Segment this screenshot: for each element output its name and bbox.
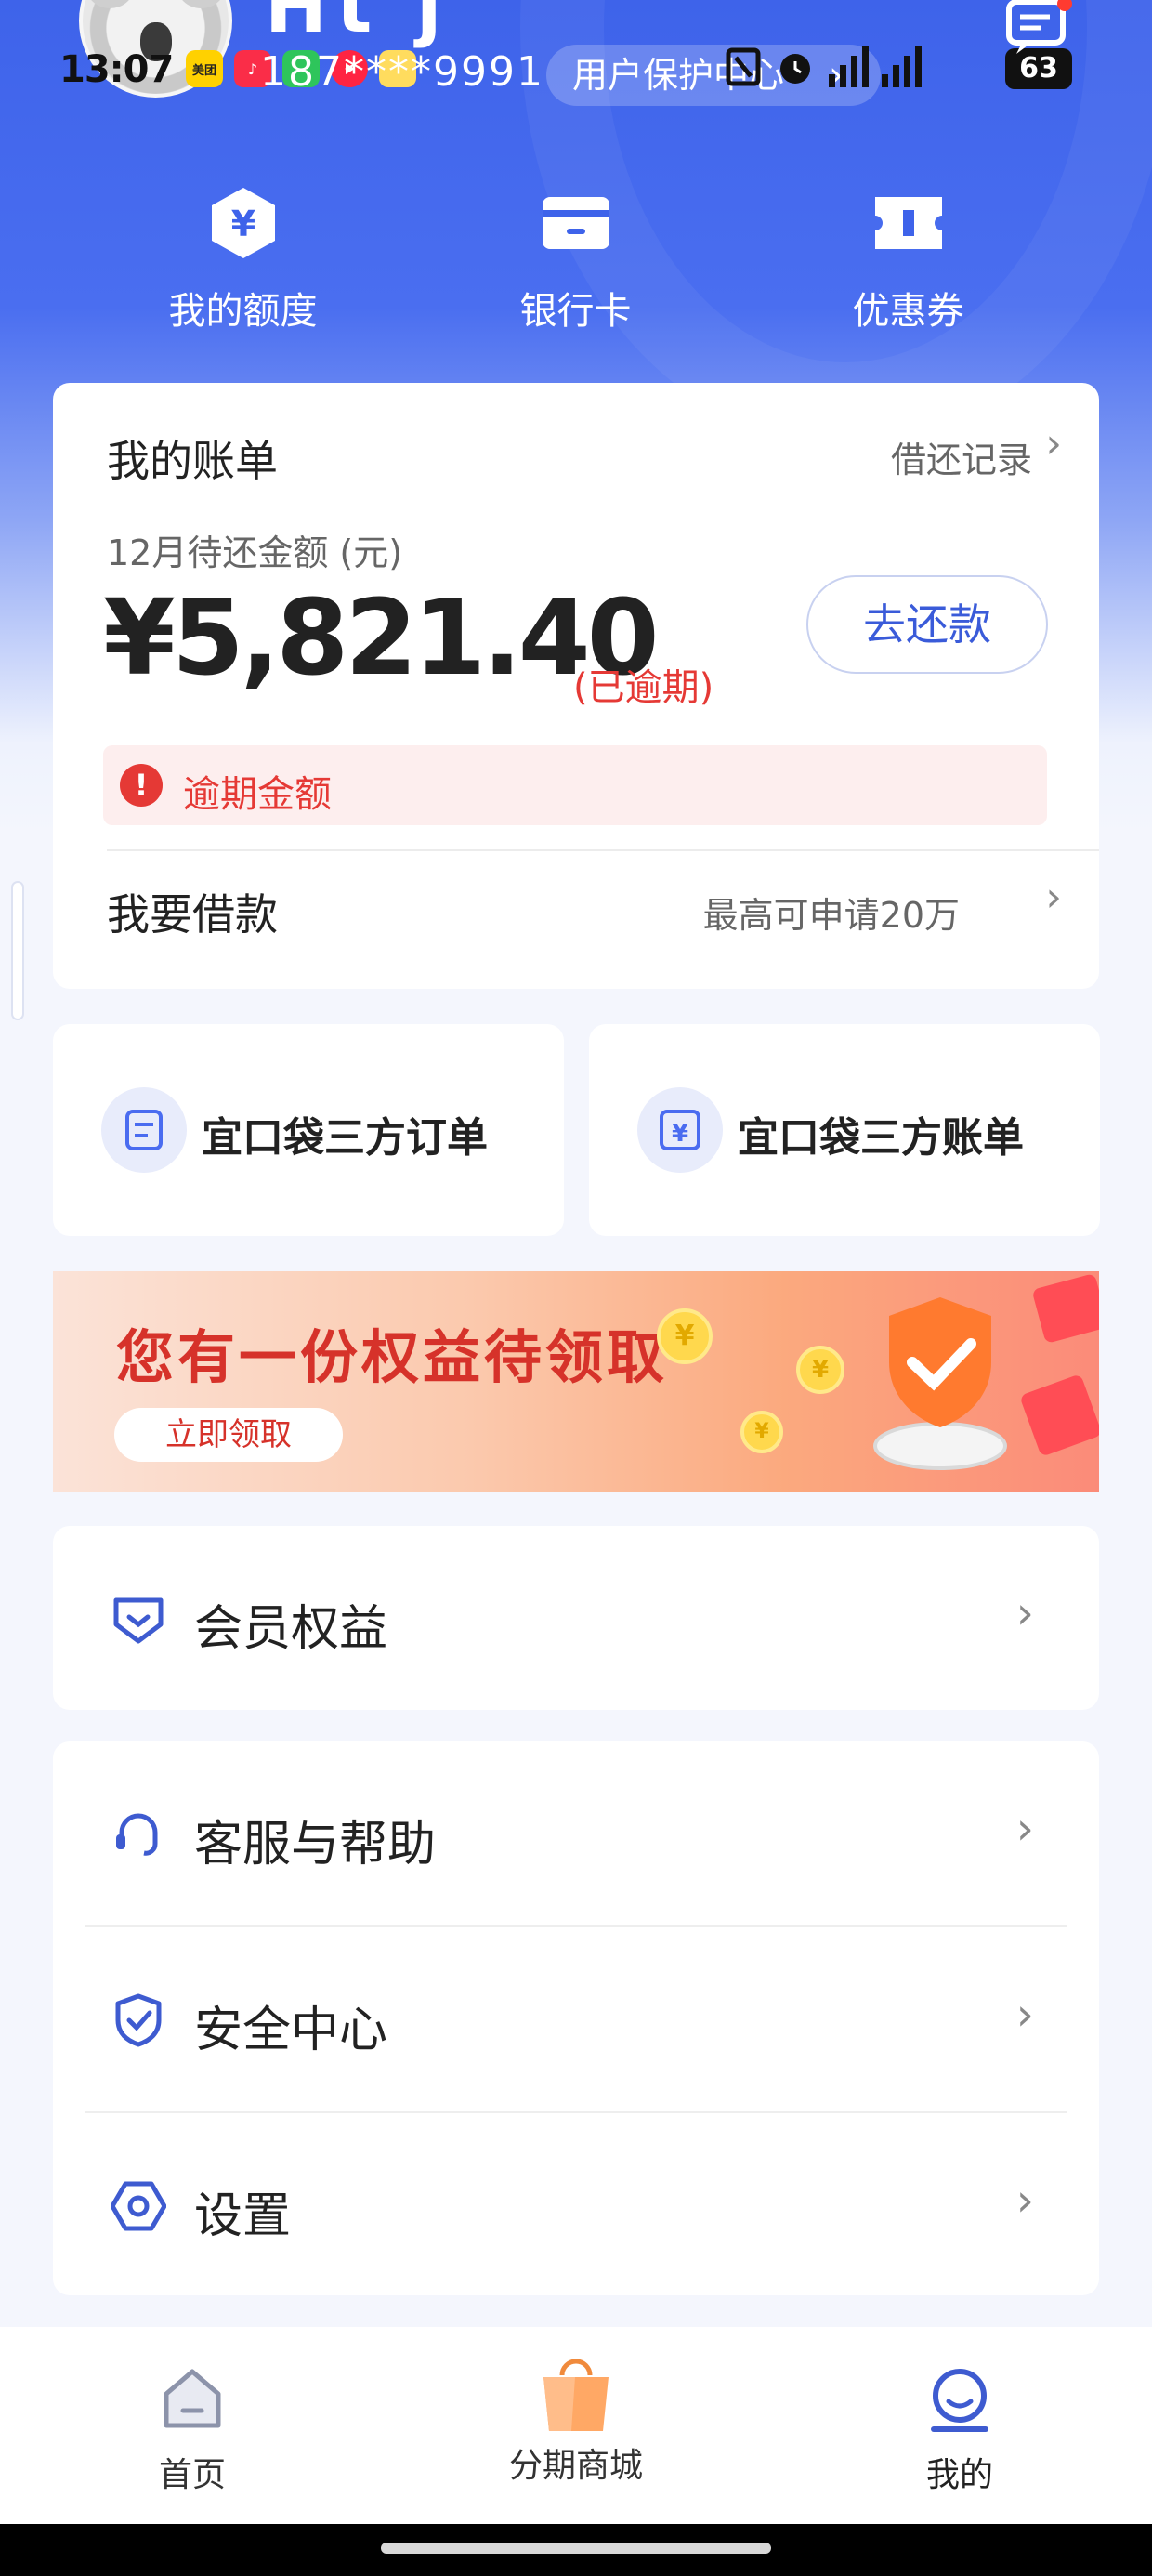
tab-label: 我的 <box>925 2456 993 2494</box>
chevron-right-icon: › <box>1015 1803 1034 1855</box>
chevron-right-icon: › <box>1045 420 1062 467</box>
third-party-bills-card[interactable]: ¥ 宜口袋三方账单 <box>589 1024 1100 1236</box>
member-badge-icon <box>113 1597 164 1644</box>
profile-icon <box>931 2369 988 2432</box>
quick-nav-label: 我的额度 <box>168 290 318 333</box>
home-indicator[interactable] <box>381 2543 771 2554</box>
quick-nav-label: 优惠券 <box>852 290 964 333</box>
nfc-icon <box>726 47 761 86</box>
status-bar: 13:07 美团 ♪ 187****9991 用户保护中心 › 63 <box>0 0 1152 139</box>
menu-item-label: 安全中心 <box>194 2003 388 2058</box>
tab-label: 分期商城 <box>508 2447 643 2485</box>
red-envelope-decoration <box>1019 1373 1099 1457</box>
menu-item-settings[interactable]: 设置 › <box>53 2113 1099 2299</box>
quick-nav: ¥ 我的额度 银行卡 优惠券 <box>0 186 1152 344</box>
menu-item-label: 设置 <box>194 2188 292 2244</box>
tab-mine[interactable]: 我的 <box>820 2327 1099 2496</box>
bill-card: 我的账单 借还记录 › 12月待还金额 (元) ¥5,821.40 (已逾期) … <box>53 383 1099 989</box>
claim-now-button[interactable]: 立即领取 <box>114 1408 343 1462</box>
borrow-repay-records-link[interactable]: 借还记录 <box>891 431 1032 482</box>
coin-decoration: ¥ <box>657 1308 713 1364</box>
shopping-bag-icon <box>543 2359 609 2431</box>
bank-card-icon <box>542 197 609 249</box>
bill-title: 我的账单 <box>107 436 278 486</box>
signal-2-icon <box>882 46 922 87</box>
quick-nav-label: 银行卡 <box>519 290 632 333</box>
svg-text:¥: ¥ <box>230 204 255 244</box>
home-icon <box>164 2369 221 2428</box>
floating-side-handle[interactable] <box>11 881 24 1020</box>
menu-group-card: 客服与帮助 › 安全中心 › 设置 › <box>53 1741 1099 2295</box>
menu-item-customer-service[interactable]: 客服与帮助 › <box>53 1741 1099 1927</box>
svg-text:¥: ¥ <box>672 1120 688 1148</box>
divider <box>107 849 1099 851</box>
chevron-right-icon: › <box>1015 1587 1034 1639</box>
borrow-limit-hint: 最高可申请20万 <box>702 895 960 936</box>
meituan-app-icon: 美团 <box>186 50 223 87</box>
phone-number: 187****9991 <box>260 48 544 96</box>
third-party-bills-label: 宜口袋三方账单 <box>738 1114 1024 1162</box>
borrow-label[interactable]: 我要借款 <box>107 881 278 942</box>
menu-item-label: 会员权益 <box>194 1601 388 1657</box>
third-party-orders-label: 宜口袋三方订单 <box>202 1114 488 1162</box>
coupon-icon <box>874 197 942 249</box>
shield-trophy-icon <box>873 1297 1007 1470</box>
warning-icon: ! <box>120 764 163 807</box>
third-party-orders-card[interactable]: 宜口袋三方订单 <box>53 1024 564 1236</box>
system-navigation-bar <box>0 2524 1152 2576</box>
system-icons <box>725 46 922 87</box>
overdue-tag: (已逾期) <box>573 666 714 709</box>
chevron-right-icon: › <box>1015 2175 1034 2227</box>
benefit-promo-banner[interactable]: 您有一份权益待领取 立即领取 ¥ ¥ ¥ <box>53 1271 1099 1492</box>
coin-decoration: ¥ <box>740 1411 783 1453</box>
repay-button[interactable]: 去还款 <box>806 575 1048 674</box>
alarm-icon <box>780 54 810 84</box>
menu-item-member-benefits[interactable]: 会员权益 › <box>53 1526 1099 1712</box>
tab-home[interactable]: 首页 <box>53 2327 332 2496</box>
quick-nav-credit-limit[interactable]: ¥ 我的额度 <box>77 186 409 335</box>
member-benefits-card: 会员权益 › <box>53 1526 1099 1710</box>
shield-check-icon <box>115 1993 162 2047</box>
tab-installment-mall[interactable]: 分期商城 <box>437 2327 715 2487</box>
overdue-notice[interactable]: ! 逾期金额 <box>103 745 1047 825</box>
status-time: 13:07 <box>59 48 174 91</box>
order-doc-icon <box>101 1087 187 1173</box>
coin-decoration: ¥ <box>796 1346 844 1394</box>
menu-item-security-center[interactable]: 安全中心 › <box>53 1927 1099 2113</box>
chevron-right-icon: › <box>1015 1989 1034 2041</box>
quick-nav-coupons[interactable]: 优惠券 <box>742 186 1074 335</box>
banner-title: 您有一份权益待领取 <box>116 1323 669 1391</box>
records-link-label: 借还记录 <box>890 440 1032 480</box>
red-envelope-decoration <box>1031 1272 1099 1345</box>
overdue-notice-text: 逾期金额 <box>183 773 332 816</box>
yuan-bill-icon: ¥ <box>637 1087 723 1173</box>
bottom-tab-bar: 首页 分期商城 我的 <box>0 2327 1152 2524</box>
yuan-hexagon-icon: ¥ <box>211 188 275 258</box>
quick-nav-bank-card[interactable]: 银行卡 <box>410 186 741 335</box>
chevron-right-icon[interactable]: › <box>1045 874 1062 921</box>
signal-1-icon <box>829 46 869 87</box>
settings-hexagon-icon <box>111 2181 166 2231</box>
headset-icon <box>116 1813 158 1856</box>
menu-item-label: 客服与帮助 <box>194 1817 437 1873</box>
tab-label: 首页 <box>158 2456 226 2494</box>
due-amount-label: 12月待还金额 (元) <box>107 532 403 573</box>
